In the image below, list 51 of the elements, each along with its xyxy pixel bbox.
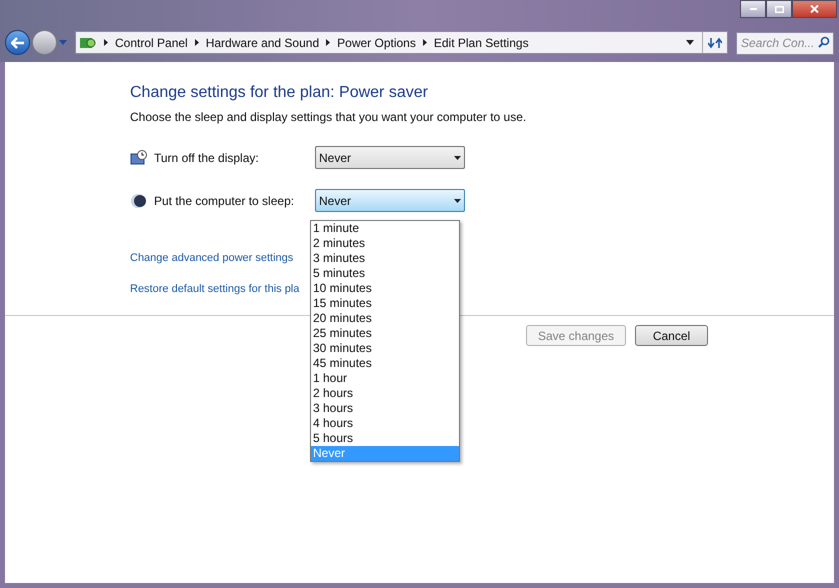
dropdown-option[interactable]: 10 minutes	[311, 281, 459, 296]
search-icon	[818, 36, 830, 48]
back-button[interactable]	[5, 30, 30, 55]
forward-button[interactable]	[32, 30, 57, 55]
breadcrumb-arrow-icon	[194, 39, 199, 46]
dropdown-option[interactable]: 15 minutes	[311, 296, 459, 311]
minimize-icon	[750, 8, 756, 10]
dropdown-option[interactable]: 1 minute	[311, 221, 459, 236]
dropdown-caret-icon	[454, 156, 461, 160]
link[interactable]: Restore default settings for this pla	[130, 280, 300, 297]
breadcrumb[interactable]: Control Panel	[115, 34, 188, 52]
breadcrumb[interactable]: Power Options	[337, 34, 416, 52]
minimize-button[interactable]	[740, 0, 766, 18]
dropdown-caret-icon	[686, 40, 694, 45]
description-text: Choose the sleep and display settings that you want your computer to use.	[130, 109, 528, 126]
maximize-icon	[774, 6, 784, 12]
dropdown-option[interactable]: 3 minutes	[311, 251, 459, 266]
cancel-button[interactable]: Cancel	[635, 325, 708, 346]
refresh-icon	[708, 36, 722, 48]
dropdown-option[interactable]: 25 minutes	[311, 326, 459, 341]
close-icon	[810, 5, 819, 13]
dropdown-option[interactable]: 20 minutes	[311, 311, 459, 326]
combo-box[interactable]: Never	[315, 189, 465, 212]
page-heading: Change settings for the plan: Power saver	[130, 83, 429, 103]
breadcrumb[interactable]: Edit Plan Settings	[434, 34, 529, 52]
search-field[interactable]: Search Con...	[736, 32, 834, 54]
history-caret-icon	[59, 40, 67, 45]
breadcrumb-arrow-icon	[104, 39, 108, 46]
setting-label: Turn off the display:	[154, 150, 260, 166]
dropdown-option[interactable]: 45 minutes	[311, 356, 459, 371]
address-bar[interactable]: Control Panel Hardware and Sound Power Options Edit Plan Settings	[75, 31, 728, 54]
dropdown-caret-icon	[454, 198, 461, 202]
monitor-clock-icon	[130, 150, 148, 166]
dropdown-option[interactable]: 3 hours	[311, 401, 459, 416]
dropdown-option[interactable]: 4 hours	[311, 416, 459, 431]
back-arrow-icon	[10, 36, 24, 48]
dropdown-option[interactable]: 2 hours	[311, 386, 459, 401]
link[interactable]: Change advanced power settings	[130, 250, 294, 266]
dropdown-option[interactable]: 30 minutes	[311, 341, 459, 356]
dropdown-option[interactable]: 5 minutes	[311, 266, 459, 281]
breadcrumb-arrow-icon	[326, 39, 330, 46]
maximize-button[interactable]	[766, 0, 792, 18]
breadcrumb[interactable]: Hardware and Sound	[206, 34, 320, 52]
setting-label: Put the computer to sleep:	[154, 192, 296, 210]
breadcrumb-arrow-icon	[422, 39, 427, 46]
close-button[interactable]	[792, 0, 837, 18]
dropdown-option[interactable]: 1 hour	[311, 371, 459, 386]
moon-icon	[130, 192, 146, 208]
dropdown-option[interactable]: 5 hours	[311, 431, 459, 446]
combo-box[interactable]: Never	[315, 146, 465, 169]
dropdown-option[interactable]: 2 minutes	[311, 236, 459, 251]
